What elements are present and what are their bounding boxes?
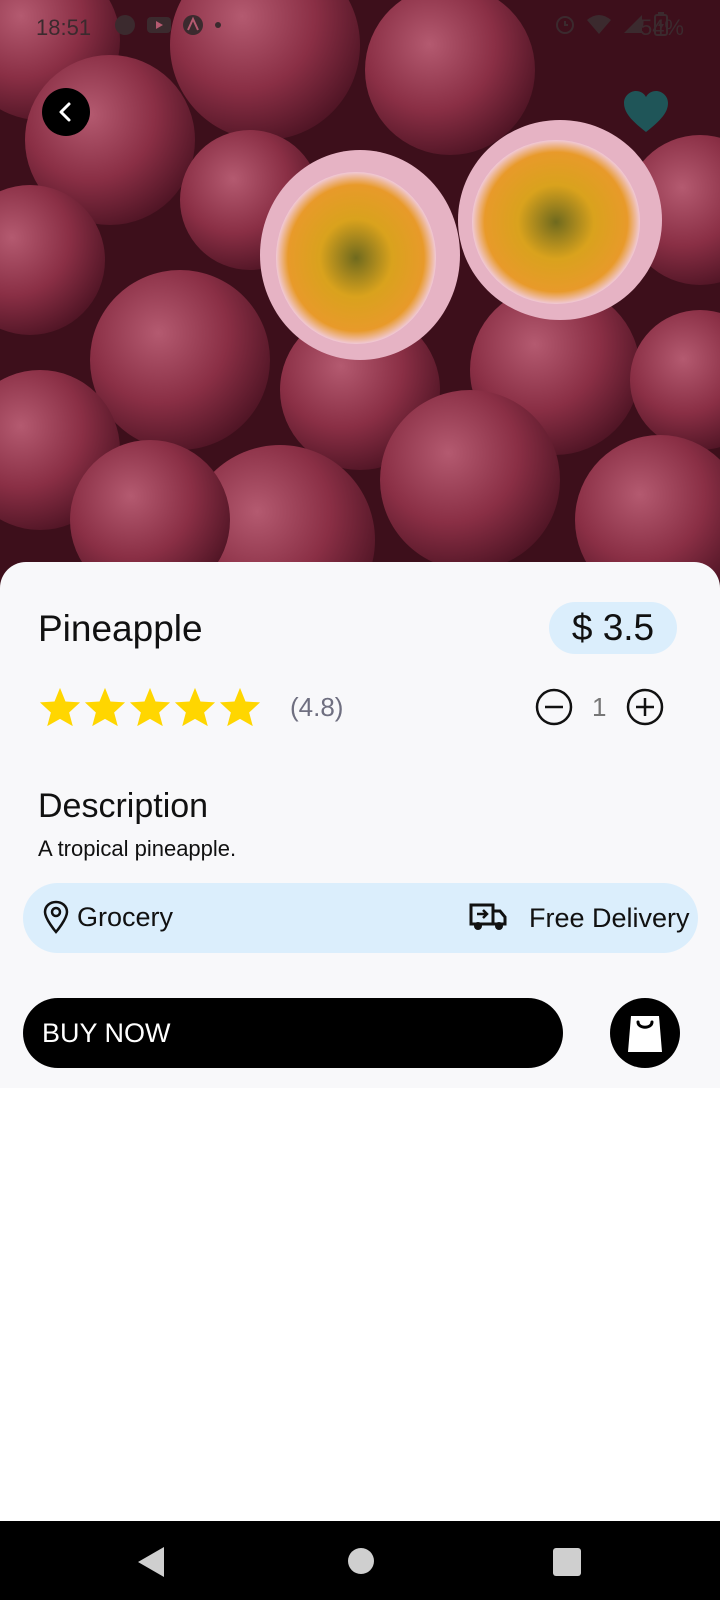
price-badge: $ 3.5 (549, 602, 677, 654)
decrease-quantity-button[interactable] (535, 688, 573, 731)
increase-quantity-button[interactable] (626, 688, 664, 731)
hero-image (0, 0, 720, 600)
minus-circle-icon (535, 688, 573, 726)
status-time: 18:51 (36, 15, 92, 40)
star-icon (39, 687, 81, 727)
nav-back-icon[interactable] (136, 1545, 166, 1579)
rating-stars (38, 686, 263, 728)
notification-icons (114, 14, 222, 36)
angular-icon (183, 15, 203, 35)
star-icon (174, 687, 216, 727)
shopping-bag-icon (628, 1016, 662, 1052)
star-icon (84, 687, 126, 727)
location-pin-icon (43, 900, 69, 934)
delivery-label: Free Delivery (529, 903, 690, 933)
favorite-button[interactable] (622, 88, 670, 136)
wifi-icon (587, 15, 611, 34)
add-to-cart-button[interactable] (610, 998, 680, 1068)
youtube-icon (147, 17, 171, 33)
category-label: Grocery (77, 902, 174, 932)
alarm-icon (556, 16, 574, 34)
nav-home-icon[interactable] (347, 1547, 375, 1575)
back-icon (59, 102, 71, 122)
product-details-sheet: Pineapple $ 3.5 (4.8) 1 Description A tr… (0, 562, 720, 1088)
passion-fruit-photo (0, 0, 720, 600)
status-bar: 18:51 54% (0, 0, 720, 54)
quantity-value: 1 (592, 692, 607, 722)
heart-icon (624, 91, 668, 132)
description-text: A tropical pineapple. (38, 836, 237, 861)
plus-circle-icon (626, 688, 664, 726)
rating-value: (4.8) (290, 692, 344, 722)
buy-now-button[interactable]: BUY NOW (23, 998, 563, 1068)
more-dot-icon (215, 22, 221, 28)
info-bar: Grocery Free Delivery (23, 883, 698, 953)
system-navigation-bar (0, 1521, 720, 1600)
nav-recents-icon[interactable] (552, 1547, 582, 1577)
product-name: Pineapple (38, 608, 203, 649)
star-icon (129, 687, 171, 727)
back-button[interactable] (42, 88, 90, 136)
star-icon (219, 687, 261, 727)
description-heading: Description (38, 787, 209, 825)
battery-percentage: 54% (639, 15, 684, 40)
app-notification-icon (115, 15, 135, 35)
truck-icon (469, 903, 507, 930)
